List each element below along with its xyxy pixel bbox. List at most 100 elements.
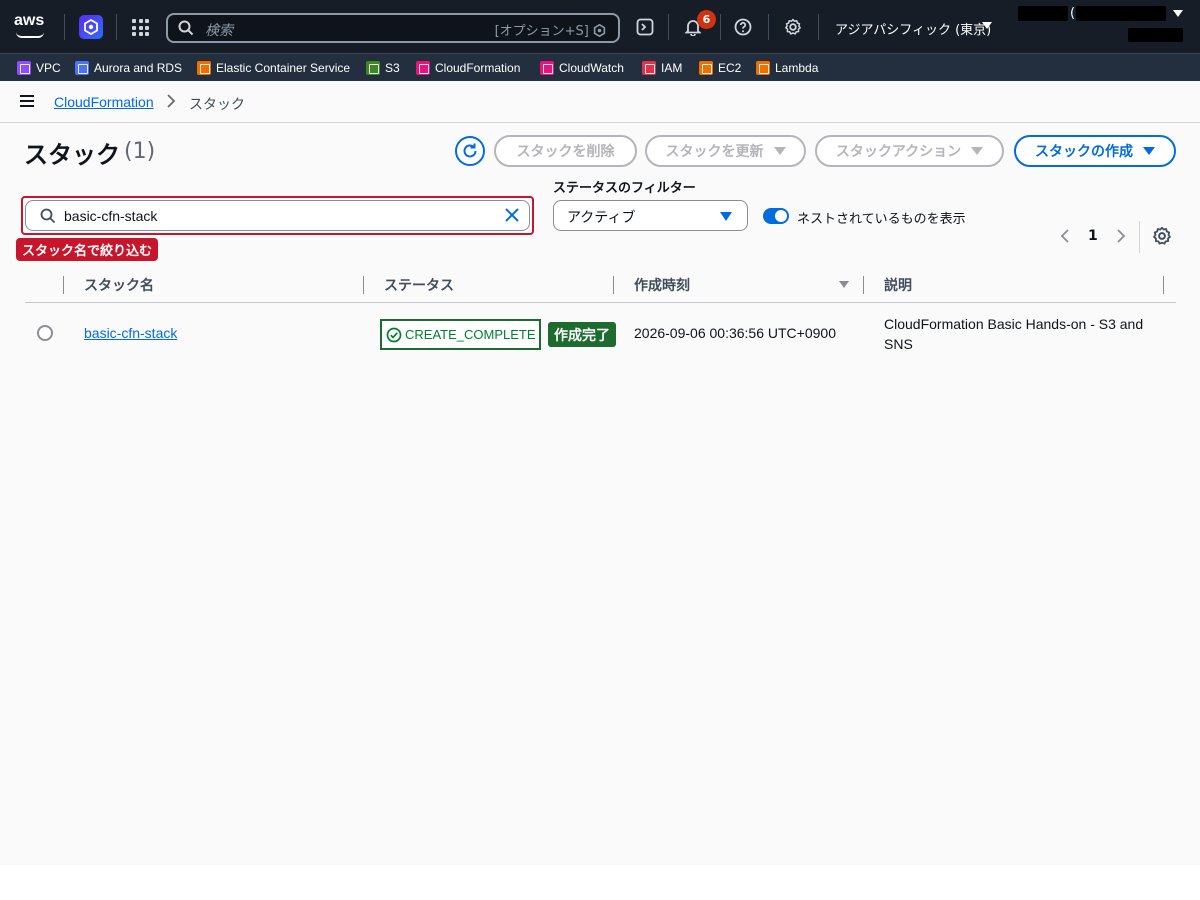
column-divider [363,276,364,294]
account-caret-icon[interactable] [1173,10,1183,17]
status-filter-select[interactable]: アクティブ [553,200,748,231]
column-divider [863,276,864,294]
account-redaction [1018,6,1068,21]
cloudformation-icon [416,61,430,75]
stack-actions-button[interactable]: スタックアクション [815,135,1004,167]
clear-filter-icon[interactable] [503,206,521,224]
success-check-icon [386,327,402,343]
search-icon [178,20,194,36]
favorites-bar: VPC Aurora and RDS Elastic Container Ser… [0,53,1200,81]
delete-stack-button[interactable]: スタックを削除 [494,135,637,167]
amazon-q-small-icon [593,23,606,38]
column-divider [1163,276,1164,294]
top-navigation: aws 検索 [オプション+S] 6 アジアパシフィック (東京) ( [0,0,1200,53]
global-search-input[interactable]: 検索 [オプション+S] [166,13,620,43]
caret-down-icon [720,212,732,221]
account-paren: ( [1070,6,1076,21]
breadcrumb-chevron-icon [166,94,176,111]
nav-divider [768,14,769,40]
nav-divider [668,14,669,40]
stack-name-filter-input[interactable]: basic-cfn-stack [25,200,530,231]
search-icon [40,208,56,224]
column-header-status[interactable]: ステータス [384,275,454,295]
stack-name-link[interactable]: basic-cfn-stack [84,325,177,341]
column-header-description[interactable]: 説明 [884,275,912,295]
status-filter-value: アクティブ [567,210,636,226]
refresh-icon [463,143,477,158]
table-header-divider [25,302,1176,303]
favorite-lambda[interactable]: Lambda [756,61,818,75]
pagination-divider [1139,221,1140,253]
account-redaction [1128,28,1183,42]
favorite-s3[interactable]: S3 [366,61,400,75]
stack-description: CloudFormation Basic Hands-on - S3 and S… [884,316,1144,352]
notifications-badge: 6 [697,10,716,29]
show-nested-toggle[interactable] [763,208,789,224]
search-placeholder: 検索 [205,23,233,39]
nav-divider [720,14,721,40]
filter-highlight: basic-cfn-stack [21,196,534,235]
region-caret-icon [982,22,992,29]
settings-gear-icon[interactable] [782,16,804,38]
cloudwatch-icon [540,61,554,75]
cloudshell-icon[interactable] [634,16,656,38]
breadcrumb-divider [0,122,1200,123]
sort-descending-icon[interactable] [839,281,849,288]
nav-divider [818,14,819,40]
caret-down-icon [1143,147,1155,155]
status-highlight: CREATE_COMPLETE [380,319,541,350]
page-bottom-area [0,865,1200,900]
favorite-cloudformation[interactable]: CloudFormation [416,61,520,75]
region-selector[interactable]: アジアパシフィック (東京) [835,19,991,38]
column-header-stack-name[interactable]: スタック名 [84,275,154,295]
favorite-iam[interactable]: IAM [642,61,682,75]
next-page-icon[interactable] [1114,227,1128,245]
status-filter-label: ステータスのフィルター [553,181,696,196]
column-divider [613,276,614,294]
rds-icon [75,61,89,75]
ec2-icon [699,61,713,75]
create-stack-button[interactable]: スタックの作成 [1014,135,1176,167]
stack-status: CREATE_COMPLETE [405,327,536,342]
update-stack-button[interactable]: スタックを更新 [645,135,806,167]
filter-value: basic-cfn-stack [64,208,158,224]
favorite-vpc[interactable]: VPC [17,61,61,75]
table-preferences-gear-icon[interactable] [1152,226,1172,246]
s3-icon [366,61,380,75]
main-content: CloudFormation スタック スタック (1) スタックを削除 スタッ… [0,81,1200,865]
amazon-q-icon[interactable] [79,15,103,39]
aws-logo[interactable]: aws [14,12,50,40]
nav-divider [116,14,117,40]
nav-divider [64,14,65,40]
favorite-aurora-rds[interactable]: Aurora and RDS [75,61,182,75]
filter-annotation-label: スタック名で絞り込む [16,238,159,261]
column-divider [63,276,64,294]
created-time: 2026-09-06 00:36:56 UTC+0900 [634,325,836,341]
previous-page-icon[interactable] [1058,227,1072,245]
refresh-button[interactable] [455,136,485,166]
status-annotation-label: 作成完了 [548,322,616,347]
side-nav-toggle-icon[interactable] [20,95,34,107]
favorite-ec2[interactable]: EC2 [699,61,741,75]
account-redaction [1076,6,1166,21]
stack-count: (1) [124,139,156,164]
breadcrumb-cloudformation[interactable]: CloudFormation [54,94,154,110]
current-page-number[interactable]: 1 [1088,228,1098,244]
help-icon[interactable] [732,16,754,38]
page-title: スタック [24,141,120,169]
caret-down-icon [773,147,786,155]
vpc-icon [17,61,31,75]
row-select-radio[interactable] [37,325,53,341]
search-shortcut-hint: [オプション+S] [495,20,606,39]
favorite-ecs[interactable]: Elastic Container Service [197,61,350,75]
show-nested-label: ネストされているものを表示 [797,212,966,227]
aws-smile-icon [16,32,44,38]
iam-icon [642,61,656,75]
breadcrumb-current: スタック [189,97,245,113]
services-menu-icon[interactable] [132,19,149,36]
caret-down-icon [971,147,984,155]
aws-logo-text: aws [14,12,45,29]
lambda-icon [756,61,770,75]
favorite-cloudwatch[interactable]: CloudWatch [540,61,624,75]
column-header-created-time[interactable]: 作成時刻 [634,275,690,295]
